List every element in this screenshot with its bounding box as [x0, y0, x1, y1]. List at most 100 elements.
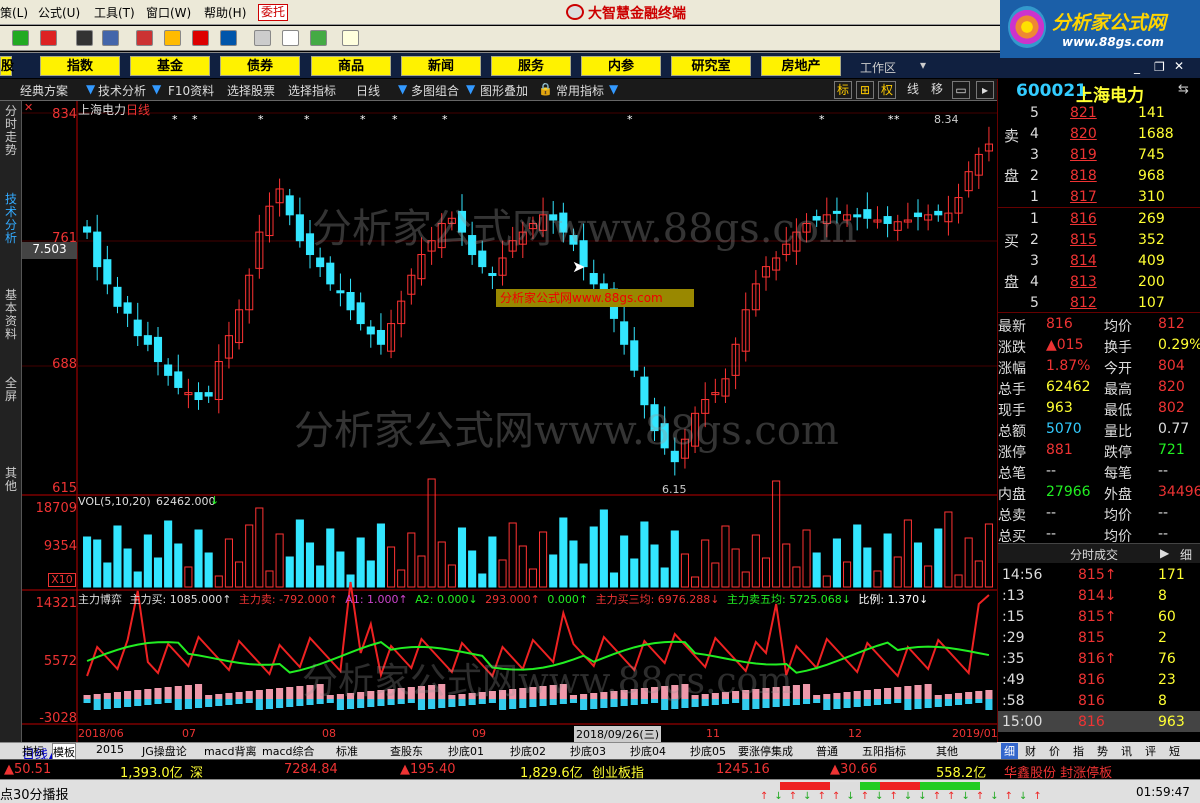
- right-panel-tab[interactable]: 势: [1097, 743, 1108, 759]
- refresh-icon[interactable]: ⇆: [1178, 82, 1189, 97]
- grid-button[interactable]: ⊞: [856, 81, 874, 99]
- status-broadcast[interactable]: 点30分播报: [0, 784, 69, 803]
- indicator-tab[interactable]: JG操盘论: [142, 743, 187, 759]
- kline-chart-panel[interactable]: * * * * * * * * * * * ✕ 上海电力 日线 834 761 688 615 7.…: [22, 101, 998, 742]
- tick-price: 816: [1078, 693, 1105, 709]
- nav-service[interactable]: 服务: [491, 56, 571, 76]
- tab-select-stock[interactable]: 选择股票: [227, 82, 275, 99]
- stat-label: 均价: [1104, 508, 1132, 524]
- signal-star-icon: *: [819, 113, 825, 126]
- indicator-bar: [265, 689, 274, 699]
- left-nav-other[interactable]: 其他: [2, 467, 20, 493]
- right-panel-tab[interactable]: 价: [1049, 743, 1060, 759]
- entrust-button[interactable]: 委托: [258, 4, 289, 21]
- left-nav-fullscreen[interactable]: 全屏: [2, 377, 20, 403]
- right-panel-tab[interactable]: 指: [1073, 743, 1084, 759]
- right-panel-tab[interactable]: 细: [1001, 743, 1018, 759]
- indicator-tab[interactable]: 其他: [936, 743, 958, 759]
- mark-button[interactable]: 标: [834, 81, 852, 99]
- menu-formula[interactable]: 公式(U): [38, 4, 80, 21]
- ticks-detail-button[interactable]: 细: [1180, 546, 1192, 563]
- nav-insider[interactable]: 内参: [581, 56, 661, 76]
- books-icon[interactable]: [310, 30, 327, 46]
- indicator-tab[interactable]: 抄底01: [448, 743, 484, 759]
- toolbar-icon-4[interactable]: [102, 30, 119, 46]
- volume-bar: [93, 539, 102, 588]
- indicator-tab[interactable]: 抄底04: [630, 743, 666, 759]
- indicator-tab[interactable]: macd综合: [262, 743, 315, 759]
- ask-volume: 968: [1138, 168, 1165, 184]
- right-panel-tab[interactable]: 财: [1025, 743, 1036, 759]
- right-panel-tab[interactable]: 讯: [1121, 743, 1132, 759]
- menu-window[interactable]: 窗口(W): [146, 4, 191, 21]
- candle-body: [83, 226, 92, 233]
- toolbar-icon-2[interactable]: [40, 30, 57, 46]
- nav-stocks[interactable]: 股: [0, 56, 14, 76]
- tab-tech-analysis[interactable]: 技术分析: [98, 82, 146, 99]
- indicator-tab[interactable]: macd背离: [204, 743, 257, 759]
- tab-select-indicator[interactable]: 选择指标: [288, 82, 336, 99]
- nav-news[interactable]: 新闻: [401, 56, 481, 76]
- tab-common-indicator[interactable]: 常用指标: [556, 82, 604, 99]
- tab-classic-plan[interactable]: 经典方案: [20, 82, 68, 99]
- help-cursor-icon[interactable]: [342, 30, 359, 46]
- menu-tools[interactable]: 工具(T): [94, 4, 135, 21]
- price-tick-688: 688: [52, 357, 77, 372]
- left-vertical-nav: 分时走势 技术分析 基本资料 全屏 其他: [0, 101, 22, 742]
- lock-icon[interactable]: 🔒: [538, 82, 553, 96]
- line-button[interactable]: 线: [904, 81, 922, 99]
- workarea-label[interactable]: 工作区: [860, 59, 896, 76]
- nav-research[interactable]: 研究室: [671, 56, 751, 76]
- toolbar-icon-6[interactable]: [164, 30, 181, 46]
- window-toggle-icon[interactable]: ▭: [952, 81, 970, 99]
- volume-bar: [316, 565, 325, 588]
- nav-commodity[interactable]: 商品: [311, 56, 391, 76]
- stat-label: 总额: [998, 424, 1026, 440]
- left-nav-fundamentals[interactable]: 基本资料: [2, 289, 20, 341]
- indicator-tab[interactable]: 要涨停集成: [738, 743, 793, 759]
- toolbar-icon-1[interactable]: [12, 30, 29, 46]
- nav-index[interactable]: 指数: [40, 56, 120, 76]
- window-icon[interactable]: [282, 30, 299, 46]
- indicator-tab[interactable]: 指标: [22, 743, 44, 759]
- indicator-tab[interactable]: 抄底03: [570, 743, 606, 759]
- breadth-arrow-icon: ↓: [918, 791, 933, 802]
- tab-overlay[interactable]: 图形叠加: [480, 82, 528, 99]
- move-button[interactable]: 移: [928, 81, 946, 99]
- indicator-tab[interactable]: 抄底05: [690, 743, 726, 759]
- binoculars-icon[interactable]: [76, 30, 93, 46]
- left-nav-timeshare[interactable]: 分时走势: [2, 105, 20, 157]
- tab-daily[interactable]: 日线: [356, 82, 380, 99]
- left-nav-tech-analysis[interactable]: 技术分析: [2, 193, 20, 245]
- nav-realestate[interactable]: 房地产: [761, 56, 841, 76]
- indicator-tab[interactable]: 普通: [816, 743, 838, 759]
- indicator-tab[interactable]: 抄底02: [510, 743, 546, 759]
- stat-label: 最低: [1104, 403, 1132, 419]
- ticks-arrow-icon[interactable]: ▶: [1160, 546, 1169, 560]
- indicator-tab[interactable]: 五阳指标: [862, 743, 906, 759]
- toolbar-icon-5[interactable]: [136, 30, 153, 46]
- indicator-tab[interactable]: 标准: [336, 743, 358, 759]
- indicator-tab[interactable]: 2015: [96, 743, 124, 756]
- right-panel-tab[interactable]: 短: [1169, 743, 1180, 759]
- minimize-icon[interactable]: _: [1134, 60, 1140, 74]
- nav-fund[interactable]: 基金: [130, 56, 210, 76]
- tab-f10[interactable]: F10资料: [168, 82, 214, 99]
- toolbar-icon-7[interactable]: [192, 30, 209, 46]
- restore-icon[interactable]: ❐: [1154, 60, 1165, 74]
- breadth-arrow-icon: ↑: [860, 791, 876, 802]
- next-page-icon[interactable]: ▸: [976, 81, 994, 99]
- quote-row: :35 816↑ 76: [998, 649, 1200, 670]
- printer-icon[interactable]: [254, 30, 271, 46]
- sell-label: 卖: [1004, 127, 1020, 145]
- toolbar-icon-8[interactable]: [220, 30, 237, 46]
- tab-multi-chart[interactable]: 多图组合: [411, 82, 459, 99]
- menu-help[interactable]: 帮助(H): [204, 4, 246, 21]
- workarea-dropdown-icon[interactable]: ▾: [920, 58, 926, 72]
- menu-strategy[interactable]: 策(L): [0, 4, 28, 21]
- close-icon[interactable]: ✕: [1174, 59, 1184, 73]
- rights-button[interactable]: 权: [878, 81, 896, 99]
- right-panel-tab[interactable]: 评: [1145, 743, 1156, 759]
- indicator-tab[interactable]: 查股东: [390, 743, 423, 759]
- nav-bond[interactable]: 债券: [220, 56, 300, 76]
